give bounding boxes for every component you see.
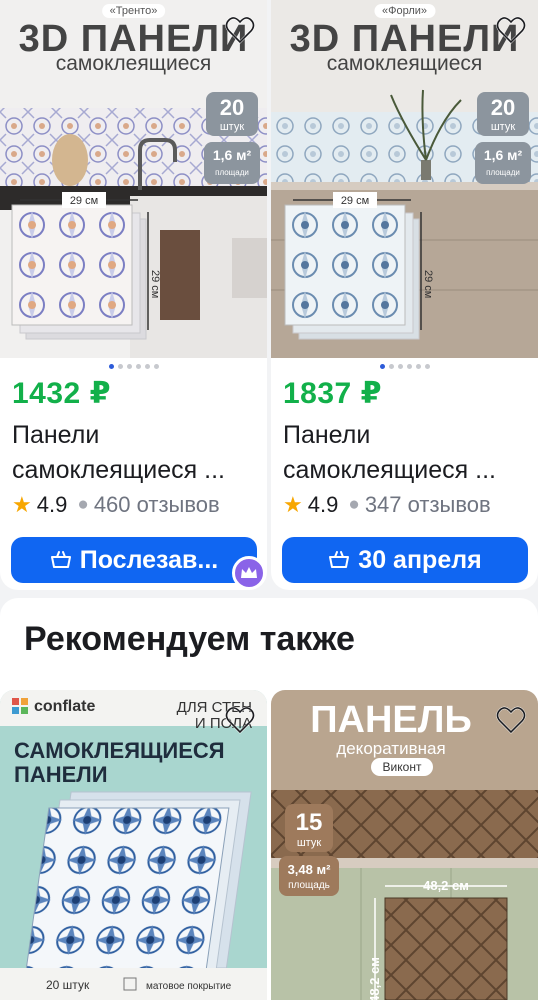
add-to-cart-label: 30 апреля: [358, 545, 482, 574]
svg-text:29 см: 29 см: [341, 195, 369, 207]
product-rating: ★ 4.9 ● 460 отзывов: [12, 492, 220, 518]
image-subheading: самоклеящиеся: [55, 52, 212, 75]
svg-text:20 штук: 20 штук: [46, 978, 90, 992]
product-feed: { "products": [ { "image_tag": "«Тренто»…: [0, 0, 538, 1000]
premium-badge: [232, 556, 266, 590]
svg-text:штук: штук: [220, 121, 244, 133]
product-photo: ПАНЕЛЬ декоративная Виконт 15 штук 3,48 …: [271, 690, 538, 1000]
svg-text:20: 20: [491, 95, 515, 120]
comment-bubble-icon: ●: [348, 494, 360, 515]
comment-bubble-icon: ●: [77, 494, 89, 515]
section-title: Рекомендуем также: [24, 620, 355, 658]
crown-icon: [241, 567, 257, 578]
svg-text:ПАНЕЛЬ: ПАНЕЛЬ: [310, 699, 472, 741]
svg-text:29 см: 29 см: [149, 270, 161, 298]
pagination-dot: [135, 364, 141, 369]
reviews-count[interactable]: 460 отзывов: [94, 492, 220, 518]
pagination-dot: [415, 364, 421, 369]
favorite-heart-icon[interactable]: [496, 706, 526, 734]
product-card[interactable]: 29 см 29 см 20 штук 1,6 м² площади «Трен…: [0, 0, 267, 590]
product-price: 1837 ₽: [283, 377, 382, 410]
rating-value: 4.9: [36, 492, 68, 517]
product-card[interactable]: 29 см 29 см 20 штук 1,6 м² площади «Форл…: [271, 0, 538, 590]
svg-text:штук: штук: [297, 837, 321, 849]
product-title[interactable]: Панели самоклеящиеся ...: [12, 418, 262, 488]
variant-tag: «Тренто»: [101, 4, 166, 18]
svg-text:декоративная: декоративная: [336, 739, 445, 758]
svg-text:48,2 см: 48,2 см: [367, 957, 382, 1000]
product-image[interactable]: 29 см 29 см 20 штук 1,6 м² площади «Форл…: [271, 0, 538, 358]
pagination-dot: [397, 364, 403, 369]
image-pagination: [271, 364, 538, 369]
svg-text:площади: площади: [486, 168, 520, 177]
product-photo: conflate ДЛЯ СТЕН И ПОЛА САМОКЛЕЯЩИЕСЯ П…: [0, 690, 267, 1000]
svg-text:штук: штук: [491, 121, 515, 133]
svg-text:Виконт: Виконт: [383, 760, 422, 774]
basket-icon: [329, 551, 350, 568]
product-title-line2: самоклеящиеся ...: [12, 456, 226, 484]
product-price: 1432 ₽: [12, 377, 111, 410]
pagination-dot: [424, 364, 430, 369]
product-image[interactable]: 29 см 29 см 20 штук 1,6 м² площади «Трен…: [0, 0, 267, 358]
svg-text:1,6 м²: 1,6 м²: [484, 147, 523, 163]
pagination-dot: [108, 364, 114, 369]
rating-value: 4.9: [307, 492, 339, 517]
pagination-dot: [126, 364, 132, 369]
product-title[interactable]: Панели самоклеящиеся ...: [283, 418, 533, 488]
favorite-heart-icon[interactable]: [225, 16, 255, 44]
star-icon: ★: [12, 492, 32, 517]
add-to-cart-button[interactable]: Послезав...: [11, 537, 257, 583]
product-title-line2: самоклеящиеся ...: [283, 456, 497, 484]
pagination-dot: [379, 364, 385, 369]
svg-text:48,2 см: 48,2 см: [423, 878, 469, 893]
add-to-cart-button[interactable]: 30 апреля: [282, 537, 528, 583]
svg-text:conflate: conflate: [34, 698, 95, 715]
product-title-line1: Панели: [12, 421, 100, 449]
variant-tag: «Форли»: [373, 4, 436, 18]
pagination-dot: [144, 364, 150, 369]
star-icon: ★: [283, 492, 303, 517]
svg-text:20: 20: [220, 95, 244, 120]
recommended-card[interactable]: ПАНЕЛЬ декоративная Виконт 15 штук 3,48 …: [271, 690, 538, 1000]
recommended-card[interactable]: conflate ДЛЯ СТЕН И ПОЛА САМОКЛЕЯЩИЕСЯ П…: [0, 690, 267, 1000]
basket-icon: [50, 551, 71, 568]
pagination-dot: [388, 364, 394, 369]
svg-text:29 см: 29 см: [70, 195, 98, 207]
svg-text:1,6 м²: 1,6 м²: [213, 147, 252, 163]
pagination-dot: [406, 364, 412, 369]
reviews-count[interactable]: 347 отзывов: [365, 492, 491, 518]
svg-text:3,48 м²: 3,48 м²: [288, 862, 332, 877]
svg-text:матовое покрытие: матовое покрытие: [146, 981, 232, 992]
svg-text:площади: площади: [215, 168, 249, 177]
svg-text:29 см: 29 см: [422, 270, 434, 298]
favorite-heart-icon[interactable]: [496, 16, 526, 44]
favorite-heart-icon[interactable]: [225, 706, 255, 734]
svg-text:САМОКЛЕЯЩИЕСЯ: САМОКЛЕЯЩИЕСЯ: [14, 738, 225, 763]
add-to-cart-label: Послезав...: [79, 545, 219, 574]
product-title-line1: Панели: [283, 421, 371, 449]
image-subheading: самоклеящиеся: [326, 52, 483, 75]
svg-text:площадь: площадь: [288, 880, 330, 891]
product-rating: ★ 4.9 ● 347 отзывов: [283, 492, 491, 518]
pagination-dot: [117, 364, 123, 369]
image-pagination: [0, 364, 267, 369]
svg-text:ПАНЕЛИ: ПАНЕЛИ: [14, 762, 108, 787]
pagination-dot: [153, 364, 159, 369]
svg-text:15: 15: [296, 809, 323, 836]
